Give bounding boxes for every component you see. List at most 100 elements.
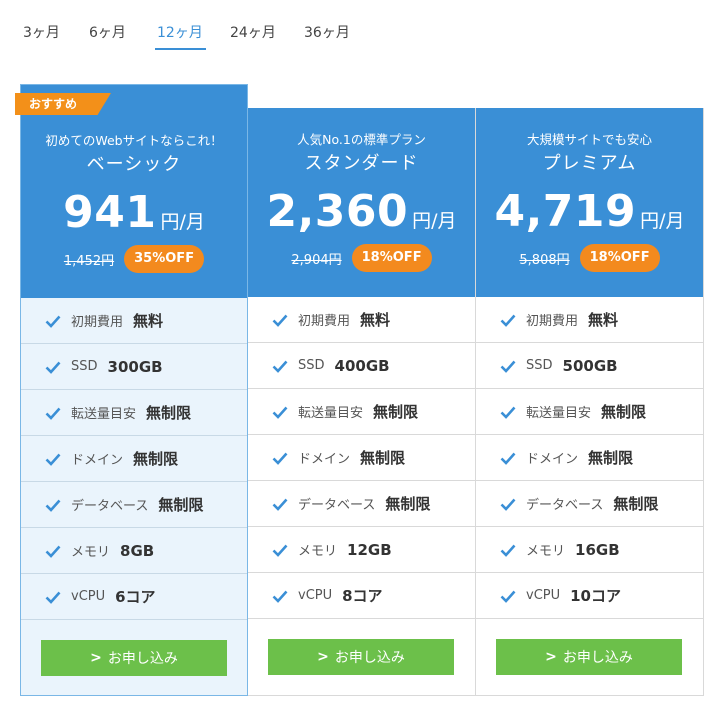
plan-price: 4,719 xyxy=(494,186,637,237)
feature-label: 初期費用 xyxy=(71,315,124,330)
feature-row: ドメイン 無制限 xyxy=(248,435,475,481)
feature-value: 無料 xyxy=(133,312,164,330)
feature-value: 8GB xyxy=(120,541,155,560)
feature-list: 初期費用 無料 SSD 300GB 転送量目安 無制限 ドメイン 無制限 データベース無… xyxy=(21,298,247,620)
feature-value: 無制限 xyxy=(613,495,659,513)
apply-button-label: お申し込み xyxy=(562,650,633,666)
feature-label: 初期費用 xyxy=(298,314,351,329)
feature-value: 無制限 xyxy=(601,403,647,421)
check-icon xyxy=(272,544,288,557)
price-row: 4,719 円/月 xyxy=(476,182,703,238)
price-row: 941 円/月 xyxy=(21,183,247,239)
apply-button[interactable]: > お申し込み xyxy=(268,639,454,675)
chevron-right-icon: > xyxy=(317,649,329,665)
plan-card-basic: おすすめ 初めてのWebサイトならこれ！ ベーシック 941 円/月 1,452… xyxy=(15,84,248,696)
feature-label: ドメイン xyxy=(71,453,124,468)
original-price: 5,808円 xyxy=(519,252,570,268)
plan-name: スタンダード xyxy=(304,153,419,174)
feature-row: 転送量目安 無制限 xyxy=(248,389,475,435)
feature-label: メモリ xyxy=(298,544,338,559)
discount-badge: 35%OFF xyxy=(124,245,205,273)
feature-value: 10コア xyxy=(570,587,621,605)
price-row: 2,360 円/月 xyxy=(248,182,475,238)
plan-tagline: 初めてのWebサイトならこれ！ xyxy=(45,133,223,148)
plan-card-standard: 人気No.1の標準プラン スタンダード 2,360 円/月 2,904円 18%… xyxy=(248,108,476,696)
feature-label: vCPU xyxy=(526,588,561,603)
chevron-right-icon: > xyxy=(90,650,102,666)
feature-label: 転送量目安 xyxy=(71,407,137,422)
feature-label: データベース xyxy=(526,498,604,513)
check-icon xyxy=(272,452,288,465)
plan-header: 大規模サイトでも安心 プレミアム 4,719 円/月 5,808円 18%OFF xyxy=(476,108,703,297)
feature-value: 無制限 xyxy=(385,495,431,513)
chevron-right-icon: > xyxy=(545,649,557,665)
tab-36-months[interactable]: 36ヶ月 xyxy=(304,22,350,48)
feature-value: 無制限 xyxy=(373,403,419,421)
feature-row: SSD 300GB xyxy=(21,344,247,390)
plan-name: ベーシック xyxy=(86,154,182,175)
apply-button[interactable]: > お申し込み xyxy=(41,640,227,676)
tab-6-months[interactable]: 6ヶ月 xyxy=(89,22,126,48)
check-icon xyxy=(272,360,288,373)
feature-label: 初期費用 xyxy=(526,314,579,329)
plan-comparison: おすすめ 初めてのWebサイトならこれ！ ベーシック 941 円/月 1,452… xyxy=(15,84,704,696)
tab-12-months[interactable]: 12ヶ月 xyxy=(155,22,206,50)
feature-value: 無料 xyxy=(588,311,619,329)
feature-row: vCPU 10コア xyxy=(476,573,703,619)
feature-label: 転送量目安 xyxy=(298,406,364,421)
discount-row: 1,452円 35%OFF xyxy=(21,245,247,273)
check-icon xyxy=(500,360,516,373)
discount-row: 5,808円 18%OFF xyxy=(476,244,703,272)
feature-row: 初期費用 無料 xyxy=(476,297,703,343)
feature-label: SSD xyxy=(71,359,98,374)
feature-label: データベース xyxy=(71,499,149,514)
feature-value: 無制限 xyxy=(146,404,192,422)
check-icon xyxy=(500,406,516,419)
feature-label: vCPU xyxy=(298,588,333,603)
feature-list: 初期費用 無料 SSD 400GB 転送量目安 無制限 ドメイン 無制限 データベース無… xyxy=(248,297,475,619)
feature-row: vCPU 6コア xyxy=(21,574,247,620)
feature-row: vCPU 8コア xyxy=(248,573,475,619)
price-unit: 円/月 xyxy=(640,210,685,232)
check-icon xyxy=(272,406,288,419)
feature-row: データベース 無制限 xyxy=(476,481,703,527)
feature-row: 初期費用 無料 xyxy=(248,297,475,343)
feature-row: データベース 無制限 xyxy=(21,482,247,528)
discount-badge: 18%OFF xyxy=(351,244,432,272)
tab-24-months[interactable]: 24ヶ月 xyxy=(230,22,276,48)
feature-row: 初期費用 無料 xyxy=(21,298,247,344)
check-icon xyxy=(45,361,61,374)
apply-button-label: お申し込み xyxy=(107,651,178,667)
check-icon xyxy=(272,498,288,511)
check-icon xyxy=(45,315,61,328)
check-icon xyxy=(45,407,61,420)
discount-badge: 18%OFF xyxy=(579,244,660,272)
check-icon xyxy=(272,314,288,327)
feature-label: 転送量目安 xyxy=(526,406,592,421)
feature-row: 転送量目安 無制限 xyxy=(476,389,703,435)
feature-value: 400GB xyxy=(334,356,390,375)
check-icon xyxy=(45,499,61,512)
plan-header: 人気No.1の標準プラン スタンダード 2,360 円/月 2,904円 18%… xyxy=(248,108,475,297)
tab-3-months[interactable]: 3ヶ月 xyxy=(23,22,60,48)
apply-button[interactable]: > お申し込み xyxy=(496,639,682,675)
check-icon xyxy=(500,544,516,557)
plan-price: 941 xyxy=(63,187,157,238)
feature-label: データベース xyxy=(298,498,376,513)
plan-card-premium: 大規模サイトでも安心 プレミアム 4,719 円/月 5,808円 18%OFF… xyxy=(476,108,704,696)
apply-button-label: お申し込み xyxy=(334,650,405,666)
check-icon xyxy=(500,314,516,327)
feature-row: SSD 400GB xyxy=(248,343,475,389)
feature-row: データベース 無制限 xyxy=(248,481,475,527)
term-tabs: 3ヶ月 6ヶ月 12ヶ月 24ヶ月 36ヶ月 xyxy=(0,0,709,52)
check-icon xyxy=(500,498,516,511)
feature-value: 6コア xyxy=(115,588,156,606)
feature-label: SSD xyxy=(526,358,553,373)
feature-row: ドメイン 無制限 xyxy=(21,436,247,482)
feature-list: 初期費用 無料 SSD 500GB 転送量目安 無制限 ドメイン 無制限 データベース無… xyxy=(476,297,703,619)
feature-value: 8コア xyxy=(342,587,383,605)
plan-name: プレミアム xyxy=(542,153,637,174)
feature-value: 無制限 xyxy=(588,449,634,467)
feature-value: 無制限 xyxy=(133,450,179,468)
feature-value: 300GB xyxy=(107,357,163,376)
